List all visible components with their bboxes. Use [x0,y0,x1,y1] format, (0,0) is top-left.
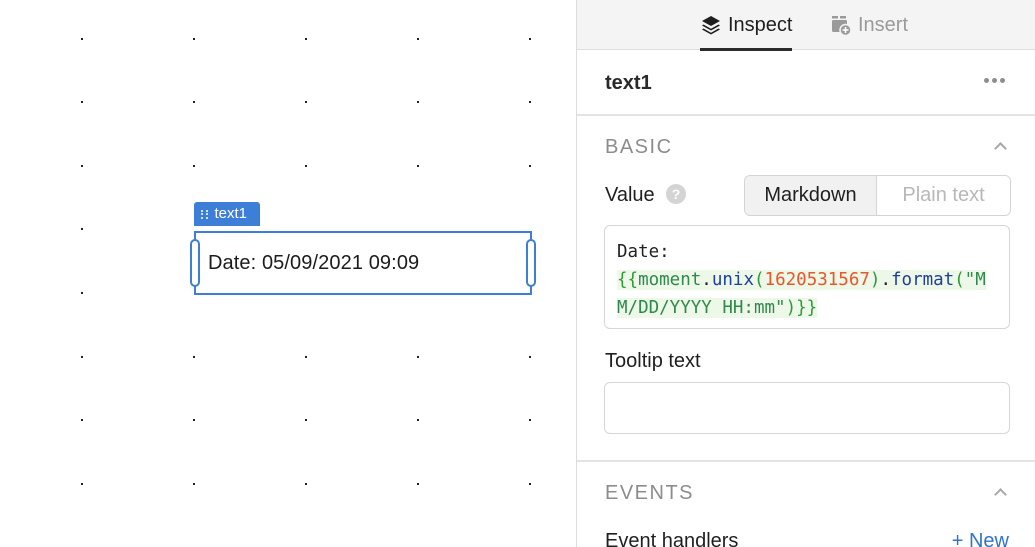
grid-dot [193,101,195,103]
grid-dot [81,292,83,294]
value-mode-toggle[interactable]: Markdown Plain text [744,175,1011,216]
grid-dot [529,38,531,40]
tab-insert-label: Insert [858,13,909,36]
code-token: }} [796,298,818,318]
code-token: ) [869,270,881,290]
grid-dot [81,165,83,167]
insert-component-icon [832,16,852,36]
value-code-editor[interactable]: Date: {{moment.unix(1620531567).format("… [604,225,1010,329]
grid-dot [417,165,419,167]
tab-inspect[interactable]: Inspect [700,0,793,51]
grid-dot [81,419,83,421]
grid-dot [305,101,307,103]
grid-dot [81,38,83,40]
code-token: . [701,270,712,290]
text-component-content: Date: 05/09/2021 09:09 [208,252,420,274]
grid-dot [417,419,419,421]
grid-dot [81,483,83,485]
resize-handle-right[interactable] [526,239,536,287]
resize-handle-left[interactable] [190,239,200,287]
grid-dot [81,101,83,103]
help-icon[interactable]: ? [666,184,686,204]
chevron-up-icon[interactable] [994,488,1007,501]
code-token: unix [711,270,754,290]
grid-dot [529,165,531,167]
grid-dot [305,38,307,40]
new-event-handler-button[interactable]: + New [952,530,1009,547]
component-tag-label: text1 [214,205,248,222]
event-handlers-label: Event handlers [605,530,739,547]
code-token: ( [954,270,965,290]
code-token: ) [785,298,797,318]
grid-dot [529,419,531,421]
section-divider [577,460,1035,462]
drag-handle-icon[interactable] [201,209,209,219]
grid-dot [193,165,195,167]
section-basic-title[interactable]: BASIC [605,136,673,159]
mode-plain-text-button[interactable]: Plain text [877,176,1010,215]
text-component[interactable]: Date: 05/09/2021 09:09 [190,231,536,295]
component-name[interactable]: text1 [605,72,652,95]
grid-dot [417,483,419,485]
grid-dot [81,228,83,230]
section-events-title[interactable]: EVENTS [605,482,694,505]
grid-dot [417,101,419,103]
layers-icon [702,16,720,35]
code-token: moment [638,270,702,290]
code-token: 1620531567 [764,270,870,290]
code-token: {{ [617,270,639,290]
grid-dot [305,165,307,167]
grid-dot [193,419,195,421]
ellipsis-icon[interactable] [984,78,1005,83]
grid-dot [81,356,83,358]
tooltip-label: Tooltip text [605,350,701,372]
code-token: . [880,270,891,290]
inspector-panel: Inspect Insert text1 BASIC Value ? Markd… [576,0,1035,547]
mode-markdown-button[interactable]: Markdown [745,176,877,215]
grid-dot [193,483,195,485]
code-token: M/DD/YYYY HH:mm" [617,298,786,318]
tab-inspect-label: Inspect [728,13,793,36]
grid-dot [305,356,307,358]
grid-dot [417,356,419,358]
grid-dot [529,483,531,485]
tooltip-input[interactable] [604,382,1010,434]
component-header: text1 [577,50,1035,116]
panel-tabs: Inspect Insert [577,0,1035,51]
code-token: ( [754,270,765,290]
component-tag[interactable]: text1 [194,202,260,226]
grid-dot [305,483,307,485]
chevron-up-icon[interactable] [994,142,1007,155]
grid-dot [529,356,531,358]
tab-insert[interactable]: Insert [830,0,908,50]
grid-dot [193,38,195,40]
code-token: "M [964,270,986,290]
code-token: format [891,270,955,290]
code-line: Date: [617,242,670,262]
grid-dot [417,38,419,40]
value-label: Value [605,184,655,206]
grid-dot [529,101,531,103]
grid-dot [305,419,307,421]
grid-dot [193,356,195,358]
